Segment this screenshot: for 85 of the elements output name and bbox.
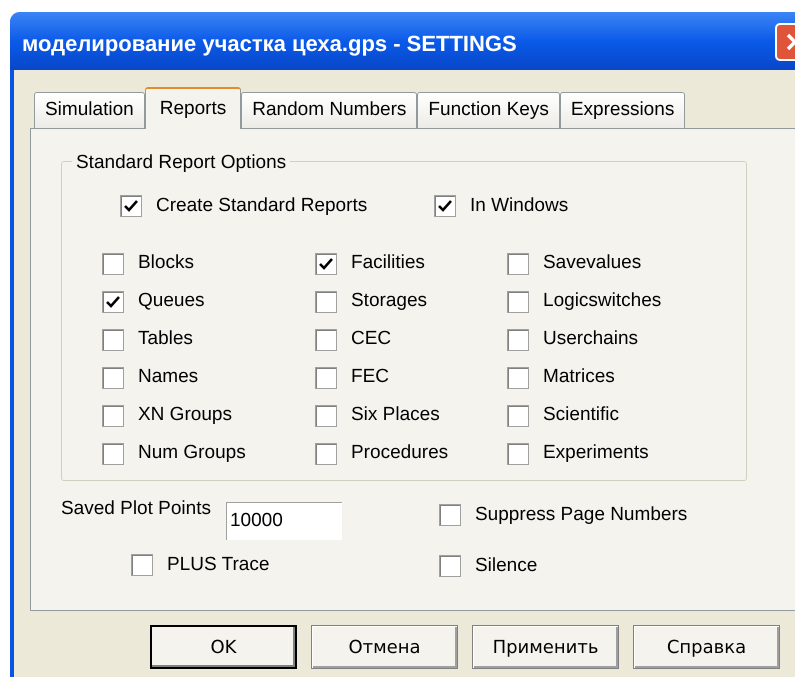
checkbox-square[interactable] <box>102 366 124 388</box>
checkbox-square[interactable] <box>102 328 124 350</box>
checkbox[interactable]: Userchains <box>507 328 707 352</box>
checkbox[interactable]: CEC <box>315 328 507 352</box>
tab[interactable]: Expressions <box>560 92 686 128</box>
checkbox-label: Procedures <box>351 441 448 466</box>
checkbox[interactable]: XN Groups <box>102 404 315 428</box>
checkbox[interactable]: Storages <box>315 290 507 314</box>
checkbox[interactable]: Queues <box>102 290 315 314</box>
checkbox-label: XN Groups <box>138 403 232 428</box>
window-title: моделирование участка цеха.gps - SETTINGS <box>22 30 518 58</box>
checkbox-label: Logicswitches <box>543 289 662 314</box>
checkbox[interactable]: Num Groups <box>102 442 315 466</box>
checkbox-label: Userchains <box>543 327 638 352</box>
checkbox-label: Tables <box>138 327 193 352</box>
checkbox[interactable]: Six Places <box>315 404 507 428</box>
checkbox-label: In Windows <box>470 194 568 218</box>
checkbox[interactable]: Tables <box>102 328 315 352</box>
tab[interactable]: Simulation <box>34 92 145 128</box>
checkbox-square[interactable] <box>507 328 529 350</box>
checkbox-label: Matrices <box>543 365 615 390</box>
checkbox-label: CEC <box>351 327 392 352</box>
checkbox-label: Scientific <box>543 403 620 428</box>
checkbox-square[interactable] <box>507 252 529 274</box>
check-icon <box>124 200 138 212</box>
checkbox-label: Num Groups <box>138 441 246 466</box>
checkbox-square[interactable] <box>120 195 142 218</box>
checkbox-square[interactable] <box>439 554 461 577</box>
checkbox-square[interactable] <box>507 290 529 312</box>
checkbox[interactable]: Experiments <box>507 442 707 466</box>
checkbox-label: Storages <box>351 289 428 314</box>
checkbox-square[interactable] <box>507 442 529 464</box>
checkbox-square[interactable] <box>507 366 529 388</box>
checkbox[interactable]: Silence <box>439 552 688 580</box>
checkbox[interactable]: Names <box>102 366 315 390</box>
checkbox-square[interactable] <box>439 504 461 526</box>
checkbox-square[interactable] <box>102 442 124 464</box>
checkbox-label: Blocks <box>138 251 194 276</box>
dialog-button[interactable]: OK <box>150 625 297 669</box>
checkbox-square[interactable] <box>315 404 337 426</box>
checkbox-square[interactable] <box>507 404 529 426</box>
dialog-button[interactable]: Справка <box>633 625 780 669</box>
checkbox-square[interactable] <box>315 290 337 312</box>
tab[interactable]: Reports <box>144 87 242 129</box>
check-icon <box>106 296 120 308</box>
checkbox-label: Silence <box>475 554 538 578</box>
checkbox[interactable]: Procedures <box>315 442 507 466</box>
checkbox-label: PLUS Trace <box>167 553 270 577</box>
checkbox[interactable]: Facilities <box>315 252 507 276</box>
checkbox-square[interactable] <box>315 366 337 388</box>
checkbox-square[interactable] <box>315 252 337 274</box>
checkbox-square[interactable] <box>315 442 337 464</box>
checkbox[interactable]: Scientific <box>507 404 707 428</box>
input-field[interactable]: 10000 <box>224 501 343 541</box>
checkbox-label: Facilities <box>351 251 425 276</box>
checkbox-square[interactable] <box>434 195 456 218</box>
checkbox-square[interactable] <box>131 554 153 576</box>
checkbox-square[interactable] <box>102 252 124 274</box>
field-label: Saved Plot Points <box>61 497 211 521</box>
checkbox[interactable]: Suppress Page Numbers <box>439 501 688 530</box>
dialog-button[interactable]: Применить <box>472 625 619 669</box>
checkbox[interactable]: Savevalues <box>507 252 707 276</box>
checkbox[interactable]: FEC <box>315 366 507 390</box>
checkbox-label: FEC <box>351 365 389 390</box>
checkbox[interactable]: PLUS Trace <box>131 551 439 580</box>
checkbox-label: Names <box>138 365 198 390</box>
checkbox[interactable]: In Windows <box>434 192 568 220</box>
checkbox-square[interactable] <box>102 290 124 312</box>
tab[interactable]: Function Keys <box>417 92 560 128</box>
checkbox-label: Savevalues <box>543 251 642 276</box>
checkbox-label: Six Places <box>351 403 440 428</box>
checkbox-label: Create Standard Reports <box>156 194 368 218</box>
checkbox[interactable]: Matrices <box>507 366 707 390</box>
checkbox-square[interactable] <box>102 404 124 426</box>
check-icon <box>319 258 333 270</box>
check-icon <box>438 200 452 212</box>
checkbox-square[interactable] <box>315 328 337 350</box>
checkbox[interactable]: Blocks <box>102 252 315 276</box>
checkbox[interactable]: Logicswitches <box>507 290 707 314</box>
tab[interactable]: Random Numbers <box>241 92 418 128</box>
checkbox[interactable]: Create Standard Reports <box>120 192 434 220</box>
checkbox-label: Experiments <box>543 441 649 466</box>
checkbox-label: Queues <box>138 289 205 314</box>
dialog-button[interactable]: Отмена <box>311 625 458 669</box>
checkbox-label: Suppress Page Numbers <box>475 503 688 527</box>
